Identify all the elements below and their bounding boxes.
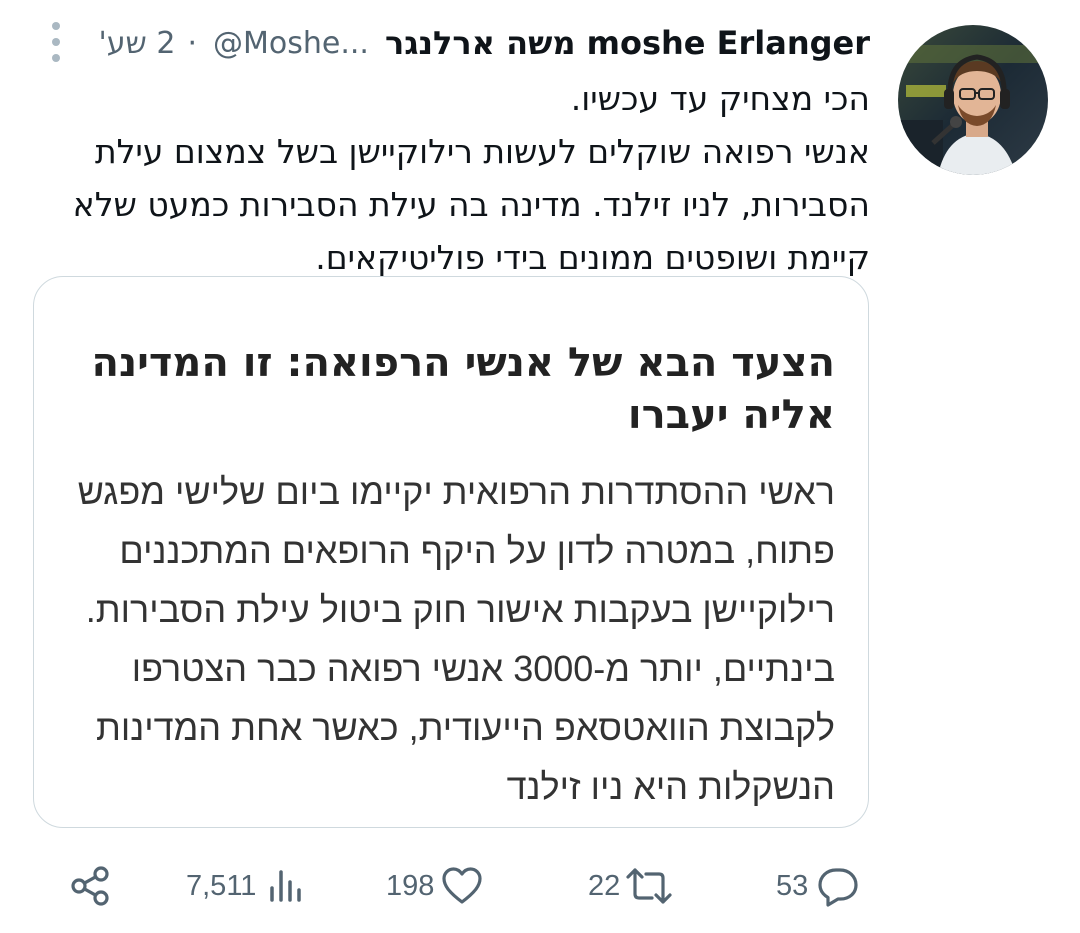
tweet-timestamp[interactable]: 2 שע' bbox=[99, 26, 176, 61]
card-title-line: אליה יעברו bbox=[627, 392, 835, 438]
handle-and-time: @Moshe... · 2 שע' bbox=[99, 26, 369, 61]
tweet-header: moshe Erlanger משה ארלנגר @Moshe... · 2 … bbox=[99, 18, 870, 68]
reply-bubble-icon bbox=[816, 864, 860, 908]
views-count: 7,511 bbox=[186, 869, 257, 902]
card-body-line: בינתיים, יותר מ-3000 אנשי רפואה כבר הצטר… bbox=[131, 648, 835, 689]
share-icon bbox=[68, 864, 112, 908]
card-body-line: ראשי ההסתדרות הרפואית יקיימו ביום שלישי … bbox=[77, 471, 835, 512]
card-body-line: פתוח, במטרה לדון על היקף הרופאים המתכנני… bbox=[119, 530, 835, 571]
likes-count: 198 bbox=[386, 869, 435, 902]
card-body-line: רילוקיישן בעקבות אישור חוק ביטול עילת הס… bbox=[85, 589, 835, 630]
views-button[interactable]: 7,511 bbox=[186, 858, 306, 914]
media-card[interactable]: הצעד הבא של אנשי הרפואה: זו המדינה אליה … bbox=[33, 276, 869, 828]
heart-icon bbox=[440, 864, 484, 908]
replies-count: 53 bbox=[776, 869, 809, 902]
tweet-text-line: הכי מצחיק עד עכשיו. bbox=[570, 79, 870, 118]
author-display-name[interactable]: moshe Erlanger משה ארלנגר bbox=[385, 24, 870, 62]
card-body-line: לקבוצת הוואטסאפ הייעודית, כאשר אחת המדינ… bbox=[96, 707, 835, 748]
repost-button[interactable]: 22 bbox=[588, 858, 674, 914]
reposts-count: 22 bbox=[588, 869, 621, 902]
share-button[interactable] bbox=[68, 858, 112, 914]
tweet[interactable]: moshe Erlanger משה ארלנגר @Moshe... · 2 … bbox=[0, 0, 1080, 933]
avatar-image bbox=[898, 25, 1048, 175]
like-button[interactable]: 198 bbox=[386, 858, 484, 914]
separator-dot: · bbox=[187, 25, 197, 61]
tweet-text-line: הסבירות, לניו זילנד. מדינה בה עילת הסביר… bbox=[72, 185, 870, 224]
repost-icon bbox=[624, 864, 674, 908]
card-title: הצעד הבא של אנשי הרפואה: זו המדינה אליה … bbox=[75, 337, 835, 441]
avatar[interactable] bbox=[898, 25, 1048, 175]
tweet-text-line: אנשי רפואה שוקלים לעשות רילוקיישן בשל צמ… bbox=[94, 132, 870, 171]
bar-chart-icon bbox=[266, 866, 306, 906]
more-vertical-icon[interactable] bbox=[44, 22, 68, 62]
reply-button[interactable]: 53 bbox=[776, 858, 860, 914]
card-body-line: הנשקלות היא ניו זילנד bbox=[506, 766, 835, 807]
card-title-line: הצעד הבא של אנשי הרפואה: זו המדינה bbox=[91, 340, 835, 386]
action-bar: 7,511 198 22 53 bbox=[0, 858, 1080, 914]
author-handle[interactable]: @Moshe... bbox=[213, 26, 369, 61]
tweet-text: הכי מצחיק עד עכשיו. אנשי רפואה שוקלים לע… bbox=[50, 72, 870, 284]
card-body: ראשי ההסתדרות הרפואית יקיימו ביום שלישי … bbox=[75, 462, 835, 816]
